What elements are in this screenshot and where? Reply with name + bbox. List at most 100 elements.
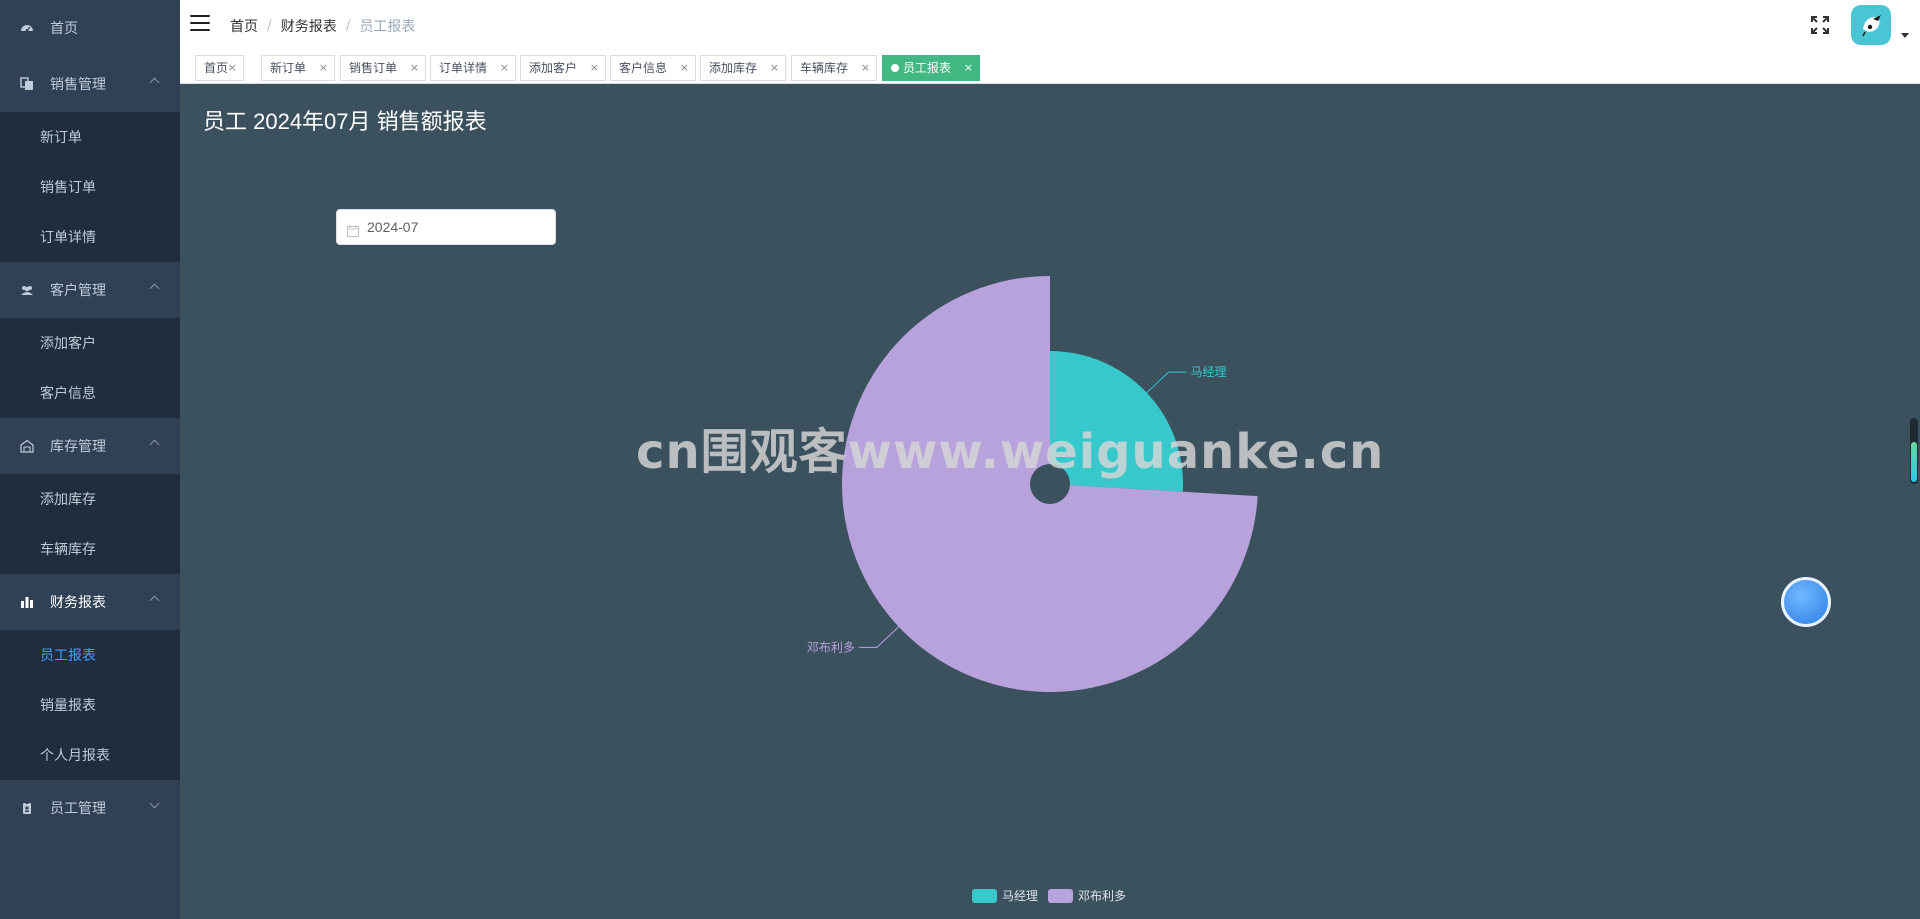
close-icon[interactable]: ×: [680, 56, 689, 80]
legend-swatch: [972, 888, 997, 903]
sidebar-item-employee-report[interactable]: 员工报表: [0, 630, 180, 680]
sidebar-group-label: 员工管理: [50, 801, 106, 817]
sidebar-item-label: 订单详情: [40, 230, 96, 246]
submenu-customers: 添加客户 客户信息: [0, 318, 180, 418]
close-icon[interactable]: ×: [410, 56, 419, 80]
legend-label: 邓布利多: [1078, 889, 1127, 903]
hamburger-menu-icon[interactable]: [190, 15, 210, 31]
tag-order-details[interactable]: 订单详情 ×: [430, 55, 516, 81]
breadcrumb: 首页 / 财务报表 / 员工报表: [230, 16, 415, 36]
tag-sales-orders[interactable]: 销售订单 ×: [340, 55, 426, 81]
sidebar-group-employees[interactable]: 员工管理: [0, 780, 180, 836]
close-icon[interactable]: ×: [590, 56, 599, 80]
sidebar-item-new-order[interactable]: 新订单: [0, 112, 180, 162]
legend-item-ma[interactable]: 马经理: [972, 887, 1038, 904]
sidebar-item-customer-info[interactable]: 客户信息: [0, 368, 180, 418]
bar-chart-icon: [20, 595, 34, 609]
pie-slice[interactable]: [842, 276, 1258, 692]
watermark: cn围观客www.weiguanke.cn: [636, 424, 1385, 480]
tag-label: 首页: [204, 61, 229, 75]
sidebar-item-order-details[interactable]: 订单详情: [0, 212, 180, 262]
sidebar-item-sales-orders[interactable]: 销售订单: [0, 162, 180, 212]
sidebar-group-sales[interactable]: 销售管理: [0, 56, 180, 112]
warehouse-icon: [20, 439, 34, 453]
submenu-inventory: 添加库存 车辆库存: [0, 474, 180, 574]
sidebar-group-finance[interactable]: 财务报表: [0, 574, 180, 630]
tag-label: 销售订单: [349, 61, 398, 75]
close-icon[interactable]: ×: [500, 56, 509, 80]
sidebar-item-label: 新订单: [40, 130, 82, 146]
copy-icon: [20, 77, 34, 91]
avatar[interactable]: [1851, 5, 1891, 45]
active-dot-icon: [891, 64, 899, 72]
floating-action-button[interactable]: [1781, 577, 1831, 627]
users-icon: [20, 283, 34, 297]
close-icon[interactable]: ×: [964, 56, 973, 80]
sidebar-item-label: 添加库存: [40, 492, 96, 508]
tags-view: 首页 × 新订单 × 销售订单 × 订单详情 × 添加客户 × 客户信息 × 添加库存 × 车…: [180, 50, 1920, 84]
sidebar-item-home[interactable]: 首页: [0, 0, 180, 56]
tag-label: 添加客户: [529, 61, 578, 75]
tag-add-customer[interactable]: 添加客户 ×: [520, 55, 606, 81]
tag-label: 车辆库存: [800, 61, 849, 75]
dashboard-icon: [20, 21, 34, 35]
tag-label: 添加库存: [709, 61, 758, 75]
tag-label: 订单详情: [439, 61, 488, 75]
tag-customer-info[interactable]: 客户信息 ×: [610, 55, 696, 81]
sidebar-item-label: 车辆库存: [40, 542, 96, 558]
close-icon[interactable]: ×: [770, 56, 779, 80]
chevron-up-icon: [149, 595, 160, 606]
tag-label: 新订单: [270, 61, 307, 75]
slice-label: 马经理: [1191, 365, 1227, 379]
sidebar-item-label: 添加客户: [40, 336, 96, 352]
submenu-sales: 新订单 销售订单 订单详情: [0, 112, 180, 262]
chevron-up-icon: [149, 439, 160, 450]
sidebar-group-label: 库存管理: [50, 439, 106, 455]
label-leader-line: [1144, 371, 1187, 395]
tag-add-inventory[interactable]: 添加库存 ×: [700, 55, 786, 81]
fullscreen-icon[interactable]: [1810, 15, 1830, 35]
sidebar-group-label: 财务报表: [50, 595, 106, 611]
chevron-down-icon: [149, 798, 160, 809]
sidebar-item-monthly-report[interactable]: 个人月报表: [0, 730, 180, 780]
sidebar-item-label: 首页: [50, 21, 78, 37]
slice-label: 邓布利多: [807, 640, 855, 654]
sidebar-group-customers[interactable]: 客户管理: [0, 262, 180, 318]
breadcrumb-item-finance[interactable]: 财务报表: [281, 16, 337, 36]
badge-icon: [20, 801, 34, 815]
sidebar-group-inventory[interactable]: 库存管理: [0, 418, 180, 474]
close-icon[interactable]: ×: [861, 56, 870, 80]
main-content: 员工 2024年07月 销售额报表 2024-07 马经理 邓布利多 cn围观客w…: [180, 84, 1920, 919]
breadcrumb-item-current: 员工报表: [359, 19, 416, 35]
breadcrumb-separator: /: [267, 18, 272, 34]
legend-swatch: [1048, 888, 1074, 903]
sidebar-item-label: 销量报表: [40, 698, 96, 714]
chevron-up-icon: [149, 283, 160, 294]
tag-label: 客户信息: [619, 61, 668, 75]
chevron-up-icon: [149, 77, 160, 88]
chart-legend: 马经理 邓布利多: [972, 887, 1136, 904]
sidebar-item-add-inventory[interactable]: 添加库存: [0, 474, 180, 524]
sidebar-item-vehicle-inventory[interactable]: 车辆库存: [0, 524, 180, 574]
close-icon[interactable]: ×: [319, 56, 328, 80]
label-leader-line: [858, 623, 903, 648]
close-icon[interactable]: ×: [228, 56, 237, 80]
sidebar-item-volume-report[interactable]: 销量报表: [0, 680, 180, 730]
breadcrumb-item-home[interactable]: 首页: [230, 16, 258, 36]
navbar: 首页 / 财务报表 / 员工报表: [180, 0, 1920, 50]
sidebar-group-label: 客户管理: [50, 283, 106, 299]
legend-item-deng[interactable]: 邓布利多: [1048, 887, 1126, 904]
tag-home[interactable]: 首页 ×: [195, 55, 244, 81]
pie-chart: 马经理邓布利多: [807, 276, 1258, 692]
caret-down-icon[interactable]: [1901, 33, 1909, 38]
sidebar-item-add-customer[interactable]: 添加客户: [0, 318, 180, 368]
tag-label: 员工报表: [903, 61, 952, 75]
sidebar-group-label: 销售管理: [50, 77, 106, 93]
breadcrumb-separator: /: [345, 18, 351, 34]
legend-label: 马经理: [1002, 889, 1039, 903]
tag-employee-report[interactable]: 员工报表 ×: [882, 55, 980, 81]
tag-new-order[interactable]: 新订单 ×: [261, 55, 335, 81]
scroll-indicator[interactable]: [1910, 418, 1918, 484]
tag-vehicle-inventory[interactable]: 车辆库存 ×: [791, 55, 877, 81]
sidebar-item-label: 员工报表: [40, 648, 96, 664]
